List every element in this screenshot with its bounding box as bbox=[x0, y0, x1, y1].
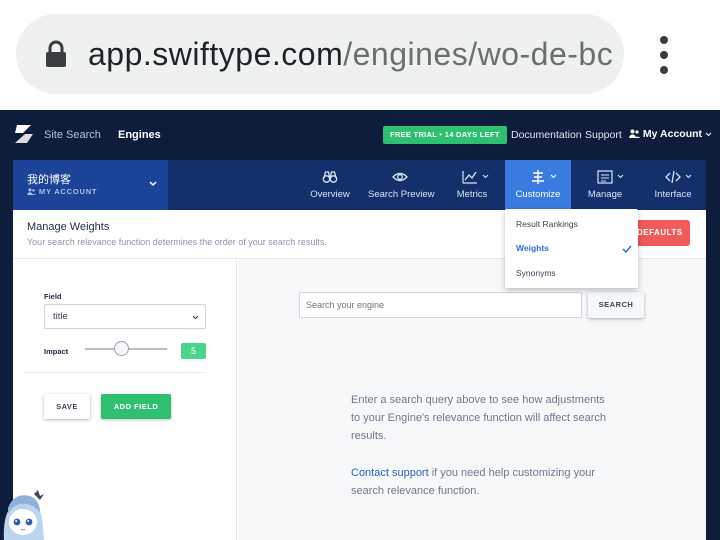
lock-icon bbox=[46, 40, 66, 67]
swiftype-app: Site Search Engines FREE TRIAL • 14 DAYS… bbox=[0, 110, 720, 540]
nav-documentation[interactable]: Documentation bbox=[511, 129, 582, 141]
impact-value: 5 bbox=[181, 343, 206, 359]
chart-line-icon bbox=[462, 171, 477, 184]
field-label: Field bbox=[44, 292, 62, 301]
menu-item-synonyms[interactable]: Synonyms bbox=[516, 268, 556, 278]
contact-support-link[interactable]: Contact support bbox=[351, 467, 429, 479]
tab-label: Overview bbox=[310, 189, 350, 200]
sliders-icon bbox=[532, 170, 544, 184]
tab-label: Search Preview bbox=[368, 189, 435, 200]
impact-label: Impact bbox=[44, 347, 69, 356]
chevron-down-icon bbox=[617, 174, 624, 179]
save-button[interactable]: SAVE bbox=[44, 394, 90, 419]
field-select[interactable]: title bbox=[44, 304, 206, 329]
page-subtitle: Your search relevance function determine… bbox=[27, 237, 327, 247]
tab-manage[interactable]: Manage bbox=[585, 160, 625, 210]
divider bbox=[23, 372, 206, 373]
screen: app.swiftype.com/engines/wo-de-bc Site S… bbox=[0, 0, 720, 540]
url-path: /engines/wo-de-bc bbox=[343, 36, 614, 72]
chevron-down-icon bbox=[685, 174, 692, 179]
address-bar[interactable]: app.swiftype.com/engines/wo-de-bc bbox=[16, 14, 624, 94]
mascot-avatar-icon bbox=[3, 490, 45, 540]
swiftype-logo-icon[interactable] bbox=[13, 124, 35, 144]
engine-sub-label: MY ACCOUNT bbox=[38, 187, 98, 196]
tab-label: Metrics bbox=[456, 189, 488, 200]
tab-customize[interactable]: Customize bbox=[505, 160, 571, 210]
trial-badge[interactable]: FREE TRIAL • 14 DAYS LEFT bbox=[383, 126, 507, 144]
preview-panel: SEARCH Enter a search query above to see… bbox=[238, 259, 706, 540]
impact-slider-handle[interactable] bbox=[114, 341, 129, 356]
nav-support[interactable]: Support bbox=[585, 129, 622, 141]
engine-name: 我的博客 bbox=[27, 174, 71, 186]
engine-selector[interactable]: 我的博客 MY ACCOUNT bbox=[13, 160, 168, 210]
tab-search-preview[interactable]: Search Preview bbox=[368, 160, 435, 210]
users-icon bbox=[27, 188, 36, 195]
chevron-down-icon bbox=[705, 132, 712, 137]
eye-icon bbox=[392, 172, 408, 182]
contact-help-text: Contact support if you need help customi… bbox=[351, 464, 611, 500]
code-icon bbox=[665, 170, 681, 184]
engine-bar: 我的博客 MY ACCOUNT Overview Search Preview … bbox=[13, 160, 706, 210]
search-button[interactable]: SEARCH bbox=[588, 292, 644, 318]
nav-engines[interactable]: Engines bbox=[118, 129, 161, 141]
menu-item-weights[interactable]: Weights bbox=[516, 243, 549, 253]
add-field-button[interactable]: ADD FIELD bbox=[101, 394, 171, 419]
check-icon bbox=[622, 245, 632, 253]
account-label: My Account bbox=[642, 128, 703, 140]
weights-panel: Field title Impact 5 SAVE ADD FIELD bbox=[13, 259, 237, 540]
menu-item-result-rankings[interactable]: Result Rankings bbox=[516, 219, 578, 229]
tab-interface[interactable]: Interface bbox=[649, 160, 697, 210]
engine-sub: MY ACCOUNT bbox=[27, 187, 97, 196]
account-menu[interactable]: My Account bbox=[629, 128, 712, 140]
binoculars-icon bbox=[322, 171, 338, 183]
tab-metrics[interactable]: Metrics bbox=[452, 160, 492, 210]
customize-dropdown-menu: Result Rankings Weights Synonyms bbox=[505, 209, 638, 288]
search-input[interactable] bbox=[299, 292, 582, 318]
field-select-value: title bbox=[53, 311, 68, 322]
browser-chrome: app.swiftype.com/engines/wo-de-bc bbox=[0, 0, 720, 110]
page-title: Manage Weights bbox=[27, 221, 110, 233]
users-icon bbox=[629, 129, 640, 138]
url-text: app.swiftype.com/engines/wo-de-bc bbox=[88, 34, 613, 74]
top-nav: Site Search Engines FREE TRIAL • 14 DAYS… bbox=[0, 110, 720, 160]
tab-label: Manage bbox=[587, 189, 623, 200]
tab-label: Interface bbox=[654, 189, 692, 200]
chevron-down-icon bbox=[149, 181, 157, 187]
url-host: app.swiftype.com bbox=[88, 36, 344, 72]
tab-label: Customize bbox=[515, 189, 561, 200]
chevron-down-icon bbox=[192, 315, 199, 320]
list-icon bbox=[597, 170, 613, 184]
tab-overview[interactable]: Overview bbox=[309, 160, 351, 210]
chevron-down-icon bbox=[550, 174, 557, 179]
chevron-down-icon bbox=[482, 174, 489, 179]
help-text: Enter a search query above to see how ad… bbox=[351, 394, 607, 442]
more-options-icon[interactable] bbox=[656, 36, 672, 74]
brand-label: Site Search bbox=[44, 129, 101, 141]
